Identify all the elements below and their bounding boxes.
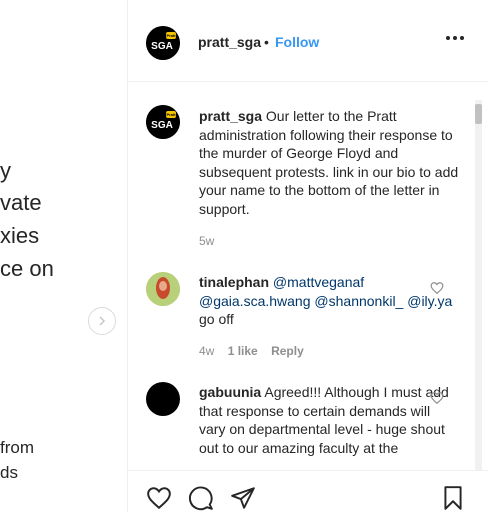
comment-text: gabuunia Agreed!!! Although I must add t… — [199, 383, 459, 457]
comment-meta: 4w 1 like Reply — [199, 344, 304, 358]
comment-meta: 5w — [199, 234, 214, 248]
post-image-text: xies — [0, 223, 40, 248]
caption-text: pratt_sga Our letter to the Pratt admini… — [199, 107, 459, 218]
comment-time[interactable]: 4w — [199, 344, 214, 358]
next-image-button[interactable] — [88, 307, 116, 335]
comment-icon[interactable] — [188, 485, 214, 511]
mention-link[interactable]: @gaia.sca.hwang — [199, 293, 311, 309]
comment-username[interactable]: gabuunia — [199, 384, 261, 400]
chevron-right-icon — [99, 316, 106, 326]
avatar[interactable]: Pratt SGA — [146, 26, 180, 60]
avatar-text: SGA — [151, 120, 173, 131]
comment-text: tinalephan @mattveganaf @gaia.sca.hwang … — [199, 273, 459, 329]
bookmark-icon[interactable] — [440, 485, 466, 511]
comment-likes[interactable]: 1 like — [228, 344, 258, 358]
post-image-text: from — [0, 438, 34, 457]
mention-link[interactable]: @shannonkil_ — [314, 293, 403, 309]
post-header: Pratt SGA pratt_sga • Follow — [128, 6, 488, 82]
comment-username[interactable]: tinalephan — [199, 274, 269, 290]
comment-time[interactable]: 5w — [199, 234, 214, 248]
avatar[interactable] — [146, 382, 180, 416]
comments-list: Pratt SGA pratt_sga Our letter to the Pr… — [128, 83, 488, 470]
comment-text: Our letter to the Pratt administration f… — [199, 108, 459, 217]
post-image-text: vate — [0, 190, 42, 215]
follow-button[interactable]: Follow — [275, 34, 319, 50]
comment-text-tail: go off — [199, 311, 234, 327]
post-image-text: y — [0, 158, 11, 183]
avatar[interactable]: Pratt SGA — [146, 105, 180, 139]
separator-dot: • — [264, 34, 269, 50]
action-bar — [128, 470, 488, 512]
scrollbar-thumb[interactable] — [475, 104, 482, 124]
mention-link[interactable]: @mattveganaf — [273, 274, 364, 290]
heart-icon[interactable] — [146, 485, 172, 511]
comment-like-icon[interactable] — [430, 281, 444, 295]
avatar-badge: Pratt — [166, 33, 176, 38]
avatar-badge: Pratt — [166, 112, 176, 117]
comments-panel: Pratt SGA pratt_sga • Follow Pratt SGA p… — [127, 0, 488, 512]
header-username[interactable]: pratt_sga — [198, 34, 261, 50]
reply-button[interactable]: Reply — [271, 344, 304, 358]
avatar-text: SGA — [151, 41, 173, 52]
comment-username[interactable]: pratt_sga — [199, 108, 262, 124]
post-image-text: ce on — [0, 256, 54, 281]
post-image-text: ds — [0, 463, 18, 482]
paper-plane-icon[interactable] — [230, 485, 256, 511]
more-options-icon[interactable] — [446, 36, 464, 42]
scrollbar[interactable] — [475, 100, 482, 470]
comment-like-icon[interactable] — [430, 391, 444, 405]
avatar[interactable] — [146, 272, 180, 306]
post-image: y vate xies ce on from ds — [0, 0, 127, 512]
